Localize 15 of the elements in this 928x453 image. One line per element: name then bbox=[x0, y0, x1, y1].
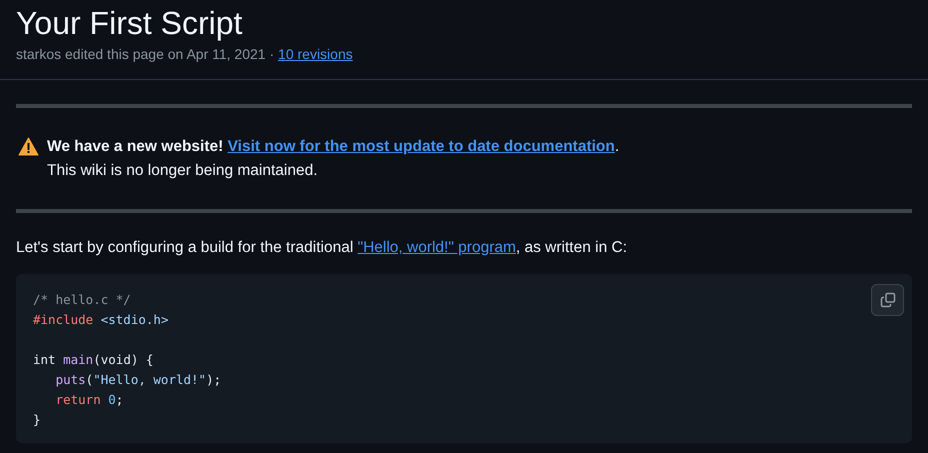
page-meta: starkos edited this page on Apr 11, 2021 · 10 revisions bbox=[16, 46, 354, 62]
code-line: puts("Hello, world!"); bbox=[54, 371, 222, 389]
intro-paragraph: Let's start by configuring a build for the traditional "Hello, world!" program, as written in C: bbox=[16, 238, 628, 258]
copy-button[interactable] bbox=[871, 284, 904, 316]
code-line: #include <stdio.h> bbox=[33, 311, 168, 329]
hello-world-link[interactable]: "Hello, world!" program bbox=[358, 239, 516, 256]
notice-text: We have a new website! Visit now for the most update to date documentation. This wiki is no longer being maintained. bbox=[47, 137, 620, 181]
code-line: } bbox=[33, 411, 41, 429]
page-title: Your First Script bbox=[16, 4, 244, 43]
code-line: return 0; bbox=[54, 391, 124, 409]
copy-icon bbox=[880, 292, 896, 308]
code-line: int main(void) { bbox=[33, 351, 154, 369]
documentation-link[interactable]: Visit now for the most update to date documentation bbox=[228, 138, 615, 155]
revisions-link[interactable]: 10 revisions bbox=[278, 46, 353, 62]
code-line: /* hello.c */ bbox=[33, 291, 131, 309]
